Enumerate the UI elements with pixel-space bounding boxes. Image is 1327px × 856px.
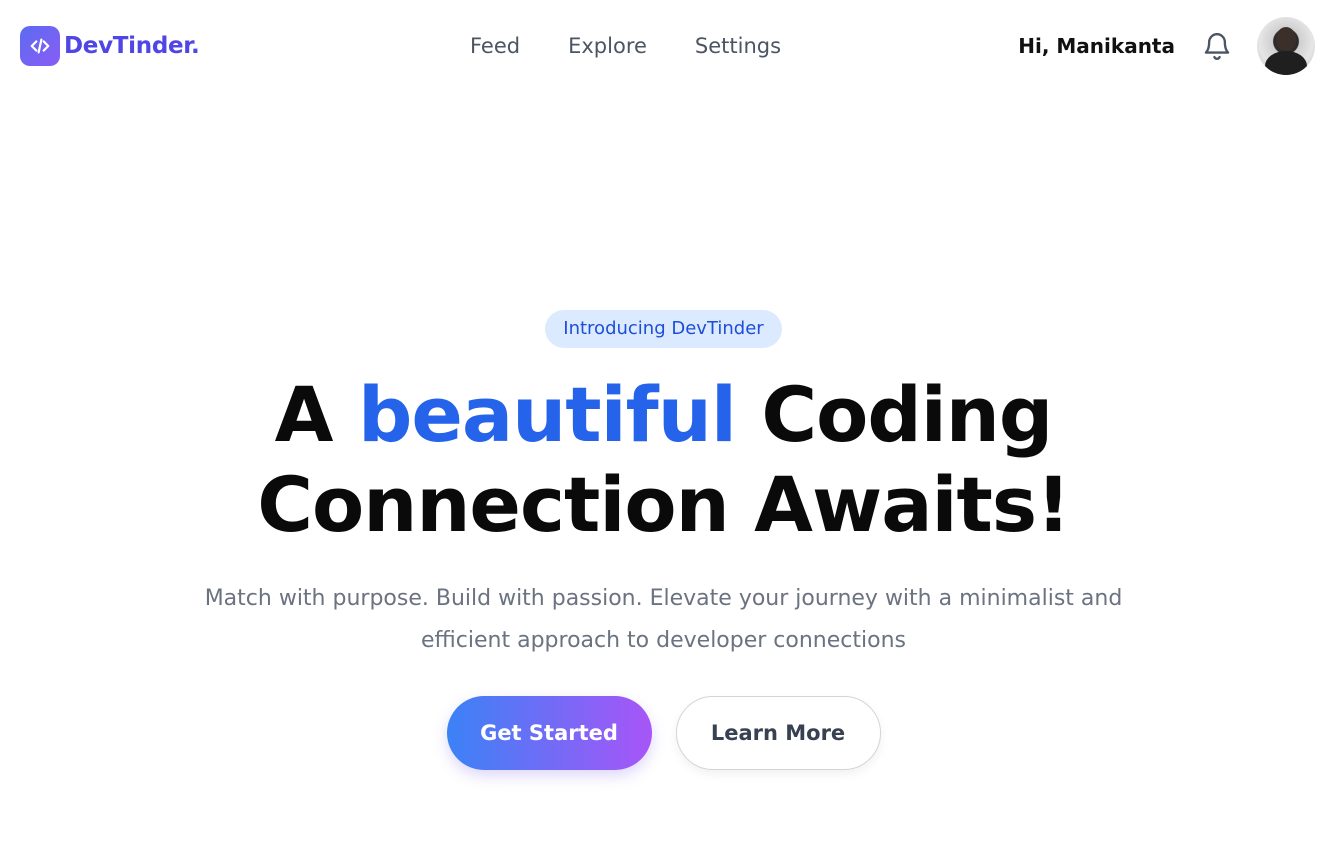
avatar[interactable] [1257, 17, 1315, 75]
hero-section: Introducing DevTinder A beautiful Coding… [0, 300, 1327, 770]
headline-accent: beautiful [357, 370, 737, 459]
hero-subtext: Match with purpose. Build with passion. … [204, 586, 1123, 653]
user-area: Hi, Manikanta [1018, 16, 1315, 76]
avatar-body [1265, 51, 1307, 75]
navbar: DevTinder. Feed Explore Settings Hi, Man… [0, 0, 1327, 92]
code-icon [20, 26, 60, 66]
get-started-button[interactable]: Get Started [446, 696, 652, 770]
user-greeting: Hi, Manikanta [1018, 34, 1175, 58]
nav-link-settings[interactable]: Settings [695, 30, 781, 62]
main-nav: Feed Explore Settings [470, 30, 829, 62]
hero-headline: A beautiful Coding Connection Awaits! [214, 370, 1114, 550]
avatar-head [1276, 27, 1296, 51]
brand-name: DevTinder. [64, 33, 200, 59]
bell-icon[interactable] [1199, 28, 1235, 64]
nav-link-explore[interactable]: Explore [568, 30, 647, 62]
nav-link-feed[interactable]: Feed [470, 30, 520, 62]
headline-text-start: A [274, 370, 358, 459]
cta-row: Get Started Learn More [0, 696, 1327, 770]
brand-link[interactable]: DevTinder. [20, 26, 200, 66]
intro-badge: Introducing DevTinder [545, 310, 782, 348]
learn-more-button[interactable]: Learn More [675, 696, 881, 770]
